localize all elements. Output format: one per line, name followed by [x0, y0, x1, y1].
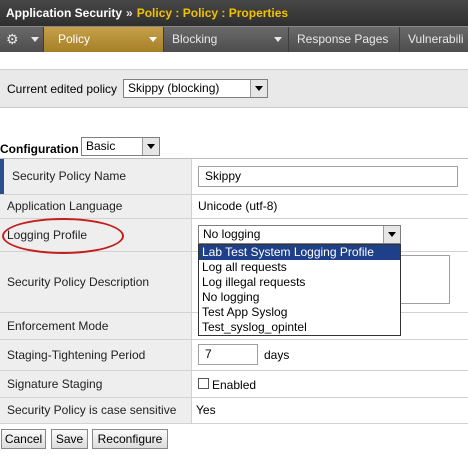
tab-response-pages[interactable]: Response Pages: [289, 27, 400, 52]
tab-vulnerabilities[interactable]: Vulnerabili: [400, 27, 468, 52]
dropdown-option[interactable]: Lab Test System Logging Profile: [199, 245, 400, 260]
cancel-button[interactable]: Cancel: [1, 429, 46, 449]
policy-select[interactable]: Skippy (blocking): [123, 79, 268, 98]
logging-profile-select[interactable]: No logging: [198, 225, 401, 244]
row-security-policy-name: Security Policy Name Skippy: [0, 159, 468, 195]
staging-period-input[interactable]: 7: [198, 344, 258, 365]
row-staging-period: Staging-Tightening Period 7 days: [0, 340, 468, 371]
tab-vulnerabilities-label: Vulnerabili: [408, 32, 464, 46]
annotation-ellipse: [2, 218, 124, 254]
chevron-down-icon: [31, 37, 39, 42]
security-policy-description-textarea[interactable]: [398, 255, 450, 304]
tab-bar: ⚙ Policy Blocking Response Pages Vulnera…: [0, 26, 468, 52]
dropdown-option[interactable]: Test_syslog_opintel: [199, 320, 400, 335]
configuration-label: Configuration: [0, 142, 79, 156]
policy-select-value: Skippy (blocking): [128, 81, 220, 95]
case-sensitive-label: Security Policy is case sensitive: [0, 398, 192, 423]
tab-blocking[interactable]: Blocking: [164, 27, 289, 52]
signature-staging-label: Signature Staging: [0, 371, 192, 397]
staging-period-unit: days: [264, 348, 290, 362]
chevron-down-icon: [383, 226, 400, 243]
dropdown-option[interactable]: Test App Syslog: [199, 305, 400, 320]
policy-selector-row: Current edited policy Skippy (blocking): [0, 70, 468, 108]
signature-staging-checkbox[interactable]: [198, 378, 209, 389]
security-policy-name-input[interactable]: Skippy: [198, 166, 458, 187]
tab-policy-label: Policy: [58, 32, 91, 46]
staging-period-label: Staging-Tightening Period: [0, 340, 192, 370]
chevron-down-icon: [274, 37, 282, 42]
title-bar: Application Security» Policy : Policy : P…: [0, 0, 468, 26]
app-title: Application Security: [6, 6, 123, 20]
gear-icon: ⚙: [6, 31, 19, 47]
chevron-down-icon: [142, 138, 159, 155]
application-language-value: Unicode (utf-8): [198, 199, 278, 213]
tab-response-pages-label: Response Pages: [297, 32, 389, 46]
gear-menu-button[interactable]: ⚙: [0, 27, 44, 52]
breadcrumb: Policy : Policy : Properties: [136, 6, 289, 20]
configuration-select[interactable]: Basic: [81, 137, 160, 156]
signature-staging-checkbox-label: Enabled: [212, 378, 257, 392]
policy-selector-label: Current edited policy: [7, 82, 118, 96]
row-signature-staging: Signature Staging Enabled: [0, 371, 468, 398]
security-policy-name-label: Security Policy Name: [0, 159, 192, 194]
logging-profile-select-value: No logging: [203, 227, 261, 241]
chevron-down-icon: [250, 80, 267, 97]
breadcrumb-separator: »: [126, 6, 133, 20]
reconfigure-button[interactable]: Reconfigure: [92, 429, 168, 449]
case-sensitive-value: Yes: [196, 403, 216, 417]
application-language-label: Application Language: [0, 195, 192, 218]
save-button[interactable]: Save: [51, 429, 88, 449]
row-application-language: Application Language Unicode (utf-8): [0, 195, 468, 219]
enforcement-mode-label: Enforcement Mode: [0, 313, 192, 339]
security-policy-description-label: Security Policy Description: [0, 252, 192, 312]
logging-profile-dropdown-list: Lab Test System Logging Profile Log all …: [198, 244, 401, 336]
tab-blocking-label: Blocking: [172, 32, 218, 46]
spacer: [0, 52, 468, 70]
dropdown-option[interactable]: No logging: [199, 290, 400, 305]
chevron-down-icon: [149, 37, 157, 42]
dropdown-option[interactable]: Log all requests: [199, 260, 400, 275]
tab-policy[interactable]: Policy: [44, 27, 164, 52]
row-case-sensitive: Security Policy is case sensitive Yes: [0, 398, 468, 424]
dropdown-option[interactable]: Log illegal requests: [199, 275, 400, 290]
configuration-select-value: Basic: [86, 139, 116, 153]
